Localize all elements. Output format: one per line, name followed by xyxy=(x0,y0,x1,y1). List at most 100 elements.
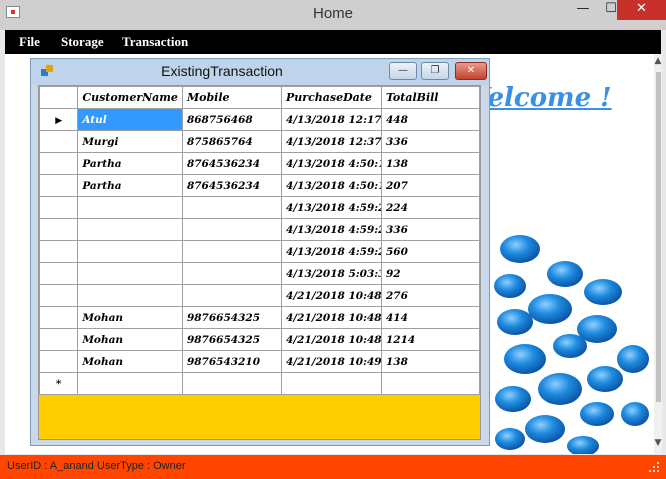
cell-customername[interactable] xyxy=(77,240,183,263)
row-header[interactable] xyxy=(38,350,79,373)
cell-totalbill[interactable]: 414 xyxy=(381,306,480,329)
cell-purchasedate[interactable]: 4/13/2018 4:59:2... xyxy=(281,196,382,219)
grid-corner-cell[interactable] xyxy=(38,86,79,109)
table-row[interactable]: 4/13/2018 4:59:2...224 xyxy=(38,196,480,219)
cell-customername[interactable]: Partha xyxy=(77,152,183,175)
cell-mobile[interactable] xyxy=(181,262,283,285)
table-row[interactable]: Mohan98765432104/21/2018 10:49:...138 xyxy=(38,350,480,373)
cell-customername[interactable]: Partha xyxy=(77,174,183,197)
table-row[interactable]: Partha87645362344/13/2018 4:50:1...138 xyxy=(38,152,480,175)
cell-purchasedate[interactable]: 4/21/2018 10:48:... xyxy=(281,284,382,307)
child-close-button[interactable]: ✕ xyxy=(455,62,487,80)
menu-bar: File Storage Transaction xyxy=(5,30,661,54)
table-row[interactable]: Mohan98766543254/21/2018 10:48:...414 xyxy=(38,306,480,329)
table-row[interactable]: Mohan98766543254/21/2018 10:48:...1214 xyxy=(38,328,480,351)
transaction-grid[interactable]: CustomerName Mobile PurchaseDate TotalBi… xyxy=(38,86,480,395)
title-bar[interactable]: Home — ☐ ✕ xyxy=(0,0,666,30)
new-row-cell[interactable] xyxy=(181,372,283,395)
row-header[interactable] xyxy=(38,262,79,285)
cell-purchasedate[interactable]: 4/21/2018 10:48:... xyxy=(281,328,382,351)
cell-purchasedate[interactable]: 4/13/2018 4:59:2... xyxy=(281,218,382,241)
child-maximize-button[interactable]: ❐ xyxy=(421,62,449,80)
cell-mobile[interactable]: 875865764 xyxy=(181,130,283,153)
column-header-customername[interactable]: CustomerName xyxy=(77,86,183,109)
row-header[interactable] xyxy=(38,328,79,351)
scroll-up-arrow-icon[interactable]: ▲ xyxy=(652,56,664,66)
cell-customername[interactable] xyxy=(77,196,183,219)
cell-totalbill[interactable]: 560 xyxy=(381,240,480,263)
cell-purchasedate[interactable]: 4/13/2018 5:03:3... xyxy=(281,262,382,285)
cell-mobile[interactable]: 8764536234 xyxy=(181,174,283,197)
cell-totalbill[interactable]: 207 xyxy=(381,174,480,197)
new-row-cell[interactable] xyxy=(281,372,382,395)
row-header[interactable] xyxy=(38,218,79,241)
cell-totalbill[interactable]: 138 xyxy=(381,152,480,175)
cell-mobile[interactable]: 8764536234 xyxy=(181,152,283,175)
cell-purchasedate[interactable]: 4/13/2018 12:17:... xyxy=(281,108,382,131)
table-row[interactable]: Partha87645362344/13/2018 4:50:1...207 xyxy=(38,174,480,197)
scrollbar-thumb[interactable] xyxy=(656,72,661,402)
cell-mobile[interactable] xyxy=(181,196,283,219)
row-header[interactable] xyxy=(38,240,79,263)
cell-totalbill[interactable]: 336 xyxy=(381,218,480,241)
row-header[interactable]: ▶ xyxy=(38,108,79,131)
new-row-marker[interactable]: * xyxy=(38,372,79,395)
cell-mobile[interactable] xyxy=(181,284,283,307)
table-row[interactable]: ▶ Atul8687564684/13/2018 12:17:...448 xyxy=(38,108,480,131)
table-row[interactable]: 4/13/2018 4:59:2...560 xyxy=(38,240,480,263)
cell-mobile[interactable]: 9876543210 xyxy=(181,350,283,373)
scroll-down-arrow-icon[interactable]: ▼ xyxy=(652,438,664,448)
cell-mobile[interactable]: 9876654325 xyxy=(181,328,283,351)
cell-mobile[interactable] xyxy=(181,218,283,241)
new-row-cell[interactable] xyxy=(77,372,183,395)
close-button[interactable]: ✕ xyxy=(617,0,666,20)
cell-purchasedate[interactable]: 4/21/2018 10:48:... xyxy=(281,306,382,329)
cell-customername[interactable]: Murgi xyxy=(77,130,183,153)
row-header[interactable] xyxy=(38,152,79,175)
row-header[interactable] xyxy=(38,284,79,307)
table-row[interactable]: Murgi8758657644/13/2018 12:37:...336 xyxy=(38,130,480,153)
cell-customername[interactable]: Mohan xyxy=(77,306,183,329)
cell-purchasedate[interactable]: 4/13/2018 12:37:... xyxy=(281,130,382,153)
cell-totalbill[interactable]: 276 xyxy=(381,284,480,307)
row-header[interactable] xyxy=(38,130,79,153)
cell-customername[interactable]: Atul xyxy=(77,108,183,131)
row-header[interactable] xyxy=(38,174,79,197)
menu-transaction[interactable]: Transaction xyxy=(122,34,188,50)
cell-totalbill[interactable]: 92 xyxy=(381,262,480,285)
child-title-bar[interactable]: ExistingTransaction — ❐ ✕ xyxy=(31,59,489,85)
column-header-mobile[interactable]: Mobile xyxy=(181,86,283,109)
cell-totalbill[interactable]: 1214 xyxy=(381,328,480,351)
cell-mobile[interactable]: 868756468 xyxy=(181,108,283,131)
cell-purchasedate[interactable]: 4/13/2018 4:50:1... xyxy=(281,174,382,197)
cell-totalbill[interactable]: 336 xyxy=(381,130,480,153)
row-header[interactable] xyxy=(38,306,79,329)
minimize-button[interactable]: — xyxy=(570,0,596,20)
status-user-info: UserID : A_anand UserType : Owner xyxy=(7,460,186,472)
cell-customername[interactable] xyxy=(77,218,183,241)
row-header[interactable] xyxy=(38,196,79,219)
cell-customername[interactable] xyxy=(77,262,183,285)
new-row-cell[interactable] xyxy=(381,372,480,395)
table-row[interactable]: 4/13/2018 5:03:3...92 xyxy=(38,262,480,285)
cell-mobile[interactable]: 9876654325 xyxy=(181,306,283,329)
cell-customername[interactable]: Mohan xyxy=(77,328,183,351)
menu-storage[interactable]: Storage xyxy=(61,34,104,50)
cell-customername[interactable] xyxy=(77,284,183,307)
cell-totalbill[interactable]: 224 xyxy=(381,196,480,219)
cell-mobile[interactable] xyxy=(181,240,283,263)
new-row[interactable]: * xyxy=(38,372,480,395)
table-row[interactable]: 4/13/2018 4:59:2...336 xyxy=(38,218,480,241)
cell-totalbill[interactable]: 448 xyxy=(381,108,480,131)
cell-totalbill[interactable]: 138 xyxy=(381,350,480,373)
cell-customername[interactable]: Mohan xyxy=(77,350,183,373)
cell-purchasedate[interactable]: 4/13/2018 4:50:1... xyxy=(281,152,382,175)
cell-purchasedate[interactable]: 4/21/2018 10:49:... xyxy=(281,350,382,373)
table-row[interactable]: 4/21/2018 10:48:...276 xyxy=(38,284,480,307)
menu-file[interactable]: File xyxy=(19,34,40,50)
resize-grip-icon[interactable] xyxy=(648,462,660,474)
column-header-totalbill[interactable]: TotalBill xyxy=(381,86,480,109)
cell-purchasedate[interactable]: 4/13/2018 4:59:2... xyxy=(281,240,382,263)
child-minimize-button[interactable]: — xyxy=(389,62,417,80)
column-header-purchasedate[interactable]: PurchaseDate xyxy=(281,86,382,109)
